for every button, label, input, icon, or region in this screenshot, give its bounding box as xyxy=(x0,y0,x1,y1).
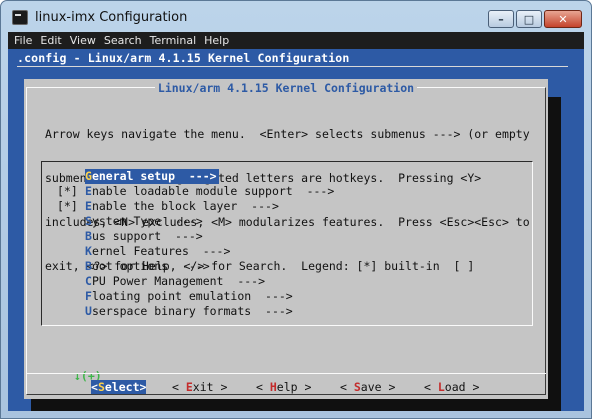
button-bracket: < xyxy=(91,380,98,394)
menu-item-text: loating point emulation ---> xyxy=(91,289,293,303)
terminal-window: linux-imx Configuration – □ ✕ File Edit … xyxy=(0,0,592,419)
menu-item-label: Floating point emulation ---> xyxy=(85,289,293,304)
button-text: elp > xyxy=(276,380,312,394)
close-button[interactable]: ✕ xyxy=(544,10,582,28)
dialog-title: Linux/arm 4.1.15 Kernel Configuration xyxy=(24,81,548,95)
menu-item-prefix: [*] xyxy=(57,199,78,213)
menu-item-text: us support ---> xyxy=(91,229,203,243)
menu-item-floating-point-emulation[interactable]: Floating point emulation ---> xyxy=(57,289,334,304)
menu-item-hotkey: K xyxy=(85,244,92,258)
menu-item-prefix xyxy=(57,214,85,229)
menu-item-hotkey: E xyxy=(85,184,92,198)
menu-item-userspace-binary-formats[interactable]: Userspace binary formats ---> xyxy=(57,304,334,319)
menu-item-text: ystem Type ---> xyxy=(91,214,203,228)
menu-bar: File Edit View Search Terminal Help xyxy=(8,32,584,49)
button-hotkey: E xyxy=(185,380,193,394)
terminal-area[interactable]: .config - Linux/arm 4.1.15 Kernel Config… xyxy=(8,49,584,411)
menu-item-loadable-module-support[interactable]: [*] Enable loadable module support ---> xyxy=(57,184,334,199)
exit-button[interactable]: < Exit > xyxy=(172,380,227,394)
button-text: xit > xyxy=(192,380,228,394)
menu-item-hotkey: F xyxy=(85,289,92,303)
menu-item-hotkey: U xyxy=(85,304,92,318)
button-text: oad > xyxy=(444,380,480,394)
menu-item-label: CPU Power Management ---> xyxy=(85,274,265,289)
menu-item-label: Boot options ---> xyxy=(85,259,210,274)
menu-search[interactable]: Search xyxy=(104,34,142,47)
menu-item-text: ernel Features ---> xyxy=(91,244,231,258)
header-divider xyxy=(17,66,568,67)
menu-list: General setup ---> [*] Enable loadable m… xyxy=(57,169,334,319)
menu-item-hotkey: C xyxy=(85,274,92,288)
menu-item-text: eneral setup ---> xyxy=(91,169,217,183)
button-hotkey: S xyxy=(97,380,105,394)
button-hotkey: H xyxy=(269,380,277,394)
menu-item-hotkey: B xyxy=(85,259,92,273)
help-line: Arrow keys navigate the menu. <Enter> se… xyxy=(45,127,530,142)
menu-item-text: PU Power Management ---> xyxy=(91,274,266,288)
menu-item-label: General setup ---> xyxy=(85,169,219,184)
menu-item-prefix xyxy=(57,259,85,274)
menu-item-general-setup[interactable]: General setup ---> xyxy=(57,169,334,184)
menu-item-prefix xyxy=(57,289,85,304)
menu-item-cpu-power-management[interactable]: CPU Power Management ---> xyxy=(57,274,334,289)
menu-item-system-type[interactable]: System Type ---> xyxy=(57,214,334,229)
dialog-shadow-right xyxy=(548,97,561,411)
button-divider xyxy=(26,373,546,374)
menu-item-text: serspace binary formats ---> xyxy=(91,304,293,318)
button-bracket: < xyxy=(172,380,186,394)
button-bracket: < xyxy=(424,380,438,394)
maximize-button[interactable]: □ xyxy=(516,10,542,28)
menu-item-text: oot options ---> xyxy=(91,259,210,273)
button-bracket: < xyxy=(340,380,354,394)
menu-item-label: Userspace binary formats ---> xyxy=(85,304,293,319)
window-title: linux-imx Configuration xyxy=(35,10,188,25)
menu-item-label: Enable loadable module support ---> xyxy=(85,184,334,199)
menu-item-hotkey: B xyxy=(85,229,92,243)
save-button[interactable]: < Save > xyxy=(340,380,395,394)
menu-item-text: nable the block layer ---> xyxy=(91,199,279,213)
menu-item-prefix xyxy=(57,244,85,259)
menu-item-label: Bus support ---> xyxy=(85,229,203,244)
menuconfig-dialog: Linux/arm 4.1.15 Kernel Configuration Ar… xyxy=(24,79,548,399)
menu-item-label: System Type ---> xyxy=(85,214,203,229)
menu-item-hotkey: G xyxy=(85,169,92,183)
menu-box: General setup ---> [*] Enable loadable m… xyxy=(41,161,533,326)
minimize-button[interactable]: – xyxy=(488,10,514,28)
button-hotkey: S xyxy=(353,380,361,394)
help-button[interactable]: < Help > xyxy=(256,380,311,394)
menu-terminal[interactable]: Terminal xyxy=(150,34,197,47)
menu-item-prefix xyxy=(57,229,85,244)
dialog-title-text: Linux/arm 4.1.15 Kernel Configuration xyxy=(154,81,418,95)
menu-item-prefix xyxy=(57,274,85,289)
button-text: elect> xyxy=(104,380,147,394)
dialog-shadow-bottom xyxy=(31,399,561,411)
menu-item-prefix xyxy=(57,304,85,319)
menu-item-label: Kernel Features ---> xyxy=(85,244,230,259)
menu-view[interactable]: View xyxy=(70,34,96,47)
menu-item-bus-support[interactable]: Bus support ---> xyxy=(57,229,334,244)
menu-help[interactable]: Help xyxy=(204,34,229,47)
menu-item-kernel-features[interactable]: Kernel Features ---> xyxy=(57,244,334,259)
menu-edit[interactable]: Edit xyxy=(40,34,61,47)
config-header: .config - Linux/arm 4.1.15 Kernel Config… xyxy=(17,51,350,65)
menu-file[interactable]: File xyxy=(14,34,32,47)
select-button[interactable]: <Select> xyxy=(91,380,147,394)
load-button[interactable]: < Load > xyxy=(424,380,479,394)
menu-item-prefix: [*] xyxy=(57,184,78,198)
menu-item-hotkey: S xyxy=(85,214,92,228)
button-hotkey: L xyxy=(437,380,445,394)
title-bar[interactable]: linux-imx Configuration – □ ✕ xyxy=(1,1,591,32)
menu-item-prefix xyxy=(57,169,85,184)
menu-item-hotkey: E xyxy=(85,199,92,213)
menu-item-boot-options[interactable]: Boot options ---> xyxy=(57,259,334,274)
menu-item-label: Enable the block layer ---> xyxy=(85,199,279,214)
button-row: <Select> < Exit > < Help > < Save > < Lo… xyxy=(24,380,548,396)
button-text: ave > xyxy=(360,380,396,394)
menu-item-text: nable loadable module support ---> xyxy=(91,184,335,198)
menu-item-block-layer[interactable]: [*] Enable the block layer ---> xyxy=(57,199,334,214)
terminal-app-icon xyxy=(12,10,28,25)
button-bracket: < xyxy=(256,380,270,394)
